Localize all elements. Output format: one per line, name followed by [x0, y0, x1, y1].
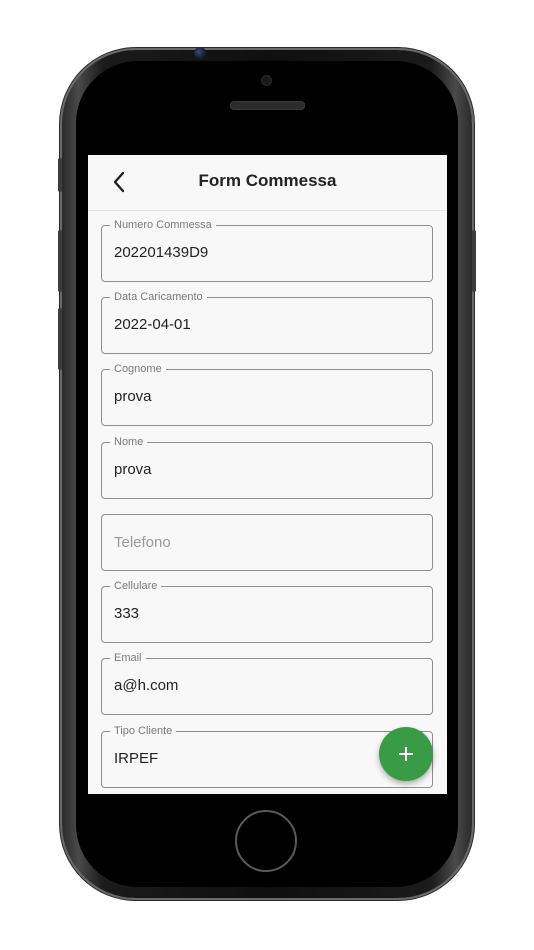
- email-field[interactable]: Email a@h.com: [101, 651, 433, 715]
- volume-up-button: [58, 230, 62, 292]
- mute-switch: [58, 158, 62, 192]
- nome-field[interactable]: Nome prova: [101, 435, 433, 499]
- telefono-field[interactable]: Telefono: [101, 514, 433, 571]
- app-bar: Form Commessa: [88, 155, 447, 211]
- field-label: Nome: [110, 435, 148, 449]
- field-label: Data Caricamento: [110, 290, 207, 304]
- field-value: a@h.com: [114, 677, 179, 694]
- power-button: [472, 230, 476, 292]
- field-value: prova: [114, 461, 152, 478]
- field-label: Tipo Cliente: [110, 724, 177, 738]
- data-caricamento-field[interactable]: Data Caricamento 2022-04-01: [101, 290, 433, 354]
- page-title: Form Commessa: [198, 171, 337, 190]
- field-value: prova: [114, 388, 152, 405]
- field-value: 202201439D9: [114, 244, 209, 261]
- field-label: Email: [110, 651, 146, 665]
- proximity-sensor: [261, 75, 272, 86]
- home-button[interactable]: [235, 810, 297, 872]
- field-value: 2022-04-01: [114, 316, 191, 333]
- front-camera: [194, 47, 206, 59]
- cognome-field[interactable]: Cognome prova: [101, 362, 433, 426]
- earpiece-speaker: [230, 101, 305, 110]
- field-label: Cellulare: [110, 579, 162, 593]
- numero-commessa-field[interactable]: Numero Commessa 202201439D9: [101, 218, 433, 282]
- app-screen: Form Commessa Numero Commessa 202201439D…: [88, 155, 447, 794]
- field-value: 333: [114, 605, 140, 622]
- cellulare-field[interactable]: Cellulare 333: [101, 579, 433, 643]
- field-label: Numero Commessa: [110, 218, 216, 232]
- field-placeholder: Telefono: [114, 534, 171, 551]
- volume-down-button: [58, 308, 62, 370]
- field-label: Cognome: [110, 362, 166, 376]
- field-value: IRPEF: [114, 750, 159, 767]
- add-button[interactable]: [379, 727, 433, 781]
